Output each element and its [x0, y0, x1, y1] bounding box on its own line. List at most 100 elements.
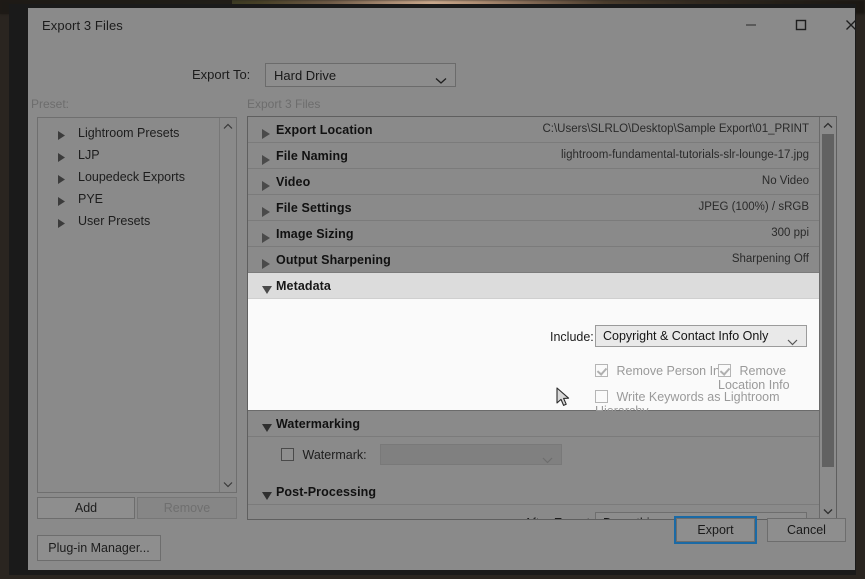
section-video[interactable]: Video No Video [248, 169, 819, 195]
preset-item-user-presets[interactable]: User Presets [38, 210, 219, 232]
preset-item-label: Loupedeck Exports [78, 170, 186, 184]
checkbox-icon [281, 448, 294, 461]
checkbox-icon [595, 364, 608, 377]
title-bar: Export 3 Files [28, 8, 856, 42]
after-export-value: Do nothing [603, 516, 663, 519]
remove-preset-button: Remove [137, 497, 237, 519]
triangle-right-icon [58, 195, 66, 209]
minimize-button[interactable] [728, 8, 774, 42]
scroll-up-button[interactable] [220, 118, 236, 134]
section-title: Export Location [276, 122, 373, 137]
section-summary: C:\Users\SLRLO\Desktop\Sample Export\01_… [542, 123, 809, 135]
preset-item-label: Lightroom Presets [78, 126, 180, 140]
scroll-up-button[interactable] [820, 117, 836, 133]
section-title: Watermarking [276, 416, 361, 431]
export-dialog: Export 3 Files Export To: Hard Drive Pre… [28, 8, 856, 570]
section-post-processing[interactable]: Post-Processing [248, 479, 819, 505]
scroll-down-button[interactable] [220, 476, 236, 492]
dialog-frame: Export 3 Files Export To: Hard Drive Pre… [9, 4, 856, 575]
metadata-include-row: Include: Copyright & Contact Info Only [248, 325, 819, 349]
remove-person-info-checkbox: Remove Person Info [595, 364, 730, 378]
watermark-label: Watermark: [302, 448, 367, 462]
preset-item-label: User Presets [78, 214, 151, 228]
chevron-down-icon [435, 72, 447, 90]
section-summary: Sharpening Off [731, 253, 809, 265]
triangle-right-icon [262, 204, 271, 222]
section-output-sharpening[interactable]: Output Sharpening Sharpening Off [248, 247, 819, 273]
preset-item-pye[interactable]: PYE [38, 188, 219, 210]
watermark-select [380, 444, 562, 465]
remove-person-info-label: Remove Person Info [616, 364, 731, 378]
export-button[interactable]: Export [676, 518, 755, 542]
cancel-button[interactable]: Cancel [767, 518, 846, 542]
preset-list-scrollbar[interactable] [219, 118, 236, 492]
section-title: Metadata [276, 278, 331, 293]
metadata-body: Include: Copyright & Contact Info Only R… [248, 299, 819, 418]
section-title: Output Sharpening [276, 252, 391, 267]
section-file-naming[interactable]: File Naming lightroom-fundamental-tutori… [248, 143, 819, 169]
section-file-settings[interactable]: File Settings JPEG (100%) / sRGB [248, 195, 819, 221]
export-to-label: Export To: [192, 67, 251, 82]
triangle-right-icon [58, 151, 66, 165]
minimize-icon [744, 18, 758, 32]
preset-list: Lightroom Presets LJP Loupedeck Exports [38, 118, 219, 492]
section-title: File Settings [276, 200, 352, 215]
scroll-down-button[interactable] [820, 503, 836, 519]
checkbox-icon [718, 364, 731, 377]
section-summary: No Video [761, 175, 809, 187]
plugin-manager-button[interactable]: Plug-in Manager... [37, 535, 161, 561]
preset-item-loupedeck-exports[interactable]: Loupedeck Exports [38, 166, 219, 188]
preset-item-label: PYE [78, 192, 104, 206]
watermark-checkbox[interactable]: Watermark: [281, 448, 367, 462]
chevron-down-icon [542, 451, 553, 469]
triangle-right-icon [262, 152, 271, 170]
chevron-up-icon [223, 117, 233, 135]
triangle-right-icon [262, 126, 271, 144]
section-watermarking[interactable]: Watermarking [248, 411, 819, 437]
triangle-down-icon [262, 420, 272, 438]
remove-location-info-checkbox: Remove Location Info [718, 364, 819, 392]
export-settings-panel: Export Location C:\Users\SLRLO\Desktop\S… [247, 116, 837, 520]
section-summary: 300 ppi [771, 227, 809, 239]
preset-item-ljp[interactable]: LJP [38, 144, 219, 166]
section-summary: JPEG (100%) / sRGB [698, 201, 809, 213]
maximize-button[interactable] [778, 8, 824, 42]
preset-item-label: LJP [78, 148, 100, 162]
after-export-label: After Export: [524, 516, 593, 519]
panel-scrollbar[interactable] [819, 117, 836, 519]
watermarking-body: Watermark: [248, 437, 819, 479]
export-to-value: Hard Drive [274, 68, 337, 83]
checkbox-icon [595, 390, 608, 403]
metadata-include-select[interactable]: Copyright & Contact Info Only [595, 325, 807, 347]
add-preset-button[interactable]: Add [37, 497, 135, 519]
triangle-right-icon [58, 129, 66, 143]
preset-list-box: Lightroom Presets LJP Loupedeck Exports [37, 117, 237, 493]
section-image-sizing[interactable]: Image Sizing 300 ppi [248, 221, 819, 247]
metadata-include-label: Include: [550, 330, 594, 344]
section-metadata[interactable]: Metadata [248, 273, 819, 299]
section-summary: lightroom-fundamental-tutorials-slr-loun… [560, 149, 809, 161]
section-title: File Naming [276, 148, 348, 163]
window-title: Export 3 Files [42, 18, 123, 33]
chevron-up-icon [823, 117, 833, 134]
triangle-right-icon [58, 173, 66, 187]
triangle-down-icon [262, 488, 272, 506]
section-title: Post-Processing [276, 484, 377, 499]
section-title: Image Sizing [276, 226, 354, 241]
close-button[interactable] [828, 8, 865, 42]
triangle-right-icon [58, 217, 66, 231]
triangle-right-icon [262, 256, 271, 274]
preset-item-lightroom-presets[interactable]: Lightroom Presets [38, 122, 219, 144]
scrollbar-thumb[interactable] [822, 134, 834, 467]
triangle-right-icon [262, 230, 271, 248]
triangle-right-icon [262, 178, 271, 196]
export-to-select[interactable]: Hard Drive [265, 63, 456, 87]
chevron-down-icon [223, 475, 233, 493]
mouse-cursor [556, 387, 572, 414]
section-export-location[interactable]: Export Location C:\Users\SLRLO\Desktop\S… [248, 117, 819, 143]
triangle-down-icon [262, 282, 272, 300]
section-title: Video [276, 174, 311, 189]
metadata-include-value: Copyright & Contact Info Only [603, 329, 769, 343]
maximize-icon [794, 18, 808, 32]
close-icon [844, 18, 858, 32]
